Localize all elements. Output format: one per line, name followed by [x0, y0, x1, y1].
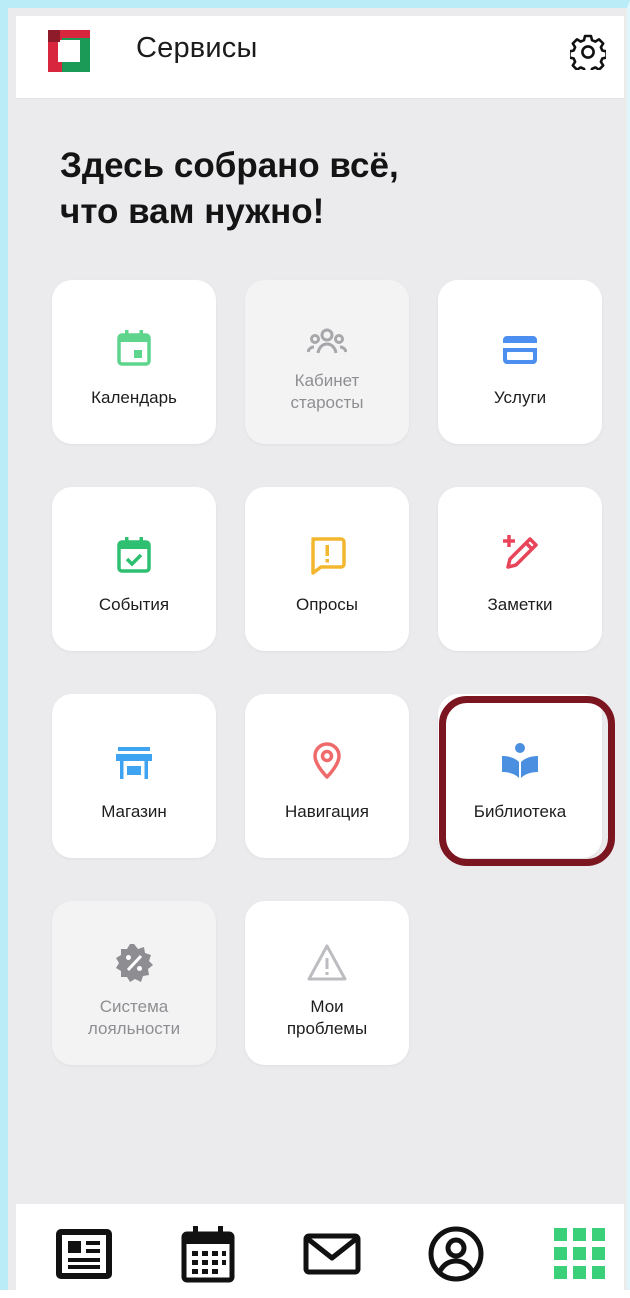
tile-label: Календарь	[91, 388, 177, 407]
calendar-check-icon	[117, 537, 151, 573]
book-reader-icon	[502, 743, 538, 778]
tile-label: Система лояльности	[87, 997, 181, 1038]
profile-icon[interactable]	[426, 1224, 486, 1284]
discount-badge-icon	[116, 944, 153, 982]
service-tile-calendar[interactable]: Календарь	[52, 280, 216, 444]
service-tile-library[interactable]: Библиотека	[438, 694, 602, 858]
page-headline: Здесь собрано всё, что вам нужно!	[60, 146, 399, 231]
gear-icon[interactable]	[570, 34, 606, 70]
service-tile-events[interactable]: События	[52, 487, 216, 651]
tile-label: События	[98, 595, 170, 614]
comment-alert-icon	[311, 537, 346, 575]
tile-label: Мои проблемы	[286, 997, 368, 1038]
calendar-icon[interactable]	[178, 1224, 238, 1284]
bottom-navigation	[16, 1204, 624, 1298]
service-tile-polls[interactable]: Опросы	[245, 487, 409, 651]
top-header: Сервисы	[16, 16, 624, 99]
tile-label: Опросы	[295, 595, 359, 614]
mail-icon[interactable]	[302, 1224, 362, 1284]
grid-icon[interactable]	[550, 1224, 610, 1284]
page-title: Сервисы	[136, 32, 258, 64]
service-tile-navigation[interactable]: Навигация	[245, 694, 409, 858]
map-pin-icon	[313, 742, 341, 779]
service-tile-notes[interactable]: Заметки	[438, 487, 602, 651]
tile-label: Магазин	[101, 802, 167, 821]
group-icon	[307, 328, 347, 354]
tile-label: Заметки	[487, 595, 553, 614]
calendar-icon	[117, 330, 151, 366]
store-icon	[116, 747, 152, 779]
app-logo-icon	[48, 30, 90, 72]
tile-label: Библиотека	[473, 802, 567, 821]
service-tile-headman-cabinet[interactable]: Кабинет старосты	[245, 280, 409, 444]
pencil-plus-icon	[503, 535, 538, 569]
service-tile-services[interactable]: Услуги	[438, 280, 602, 444]
tile-label: Навигация	[285, 802, 369, 821]
app-frame: Сервисы Здесь собрано всё, что вам нужно…	[0, 0, 630, 1298]
service-tile-shop[interactable]: Магазин	[52, 694, 216, 858]
tile-label: Кабинет старосты	[290, 371, 364, 412]
card-icon	[503, 336, 537, 364]
service-tile-my-problems[interactable]: Мои проблемы	[245, 901, 409, 1065]
warning-icon	[307, 944, 347, 981]
service-tile-loyalty[interactable]: Система лояльности	[52, 901, 216, 1065]
tile-label: Услуги	[493, 388, 547, 407]
news-icon[interactable]	[54, 1224, 114, 1284]
